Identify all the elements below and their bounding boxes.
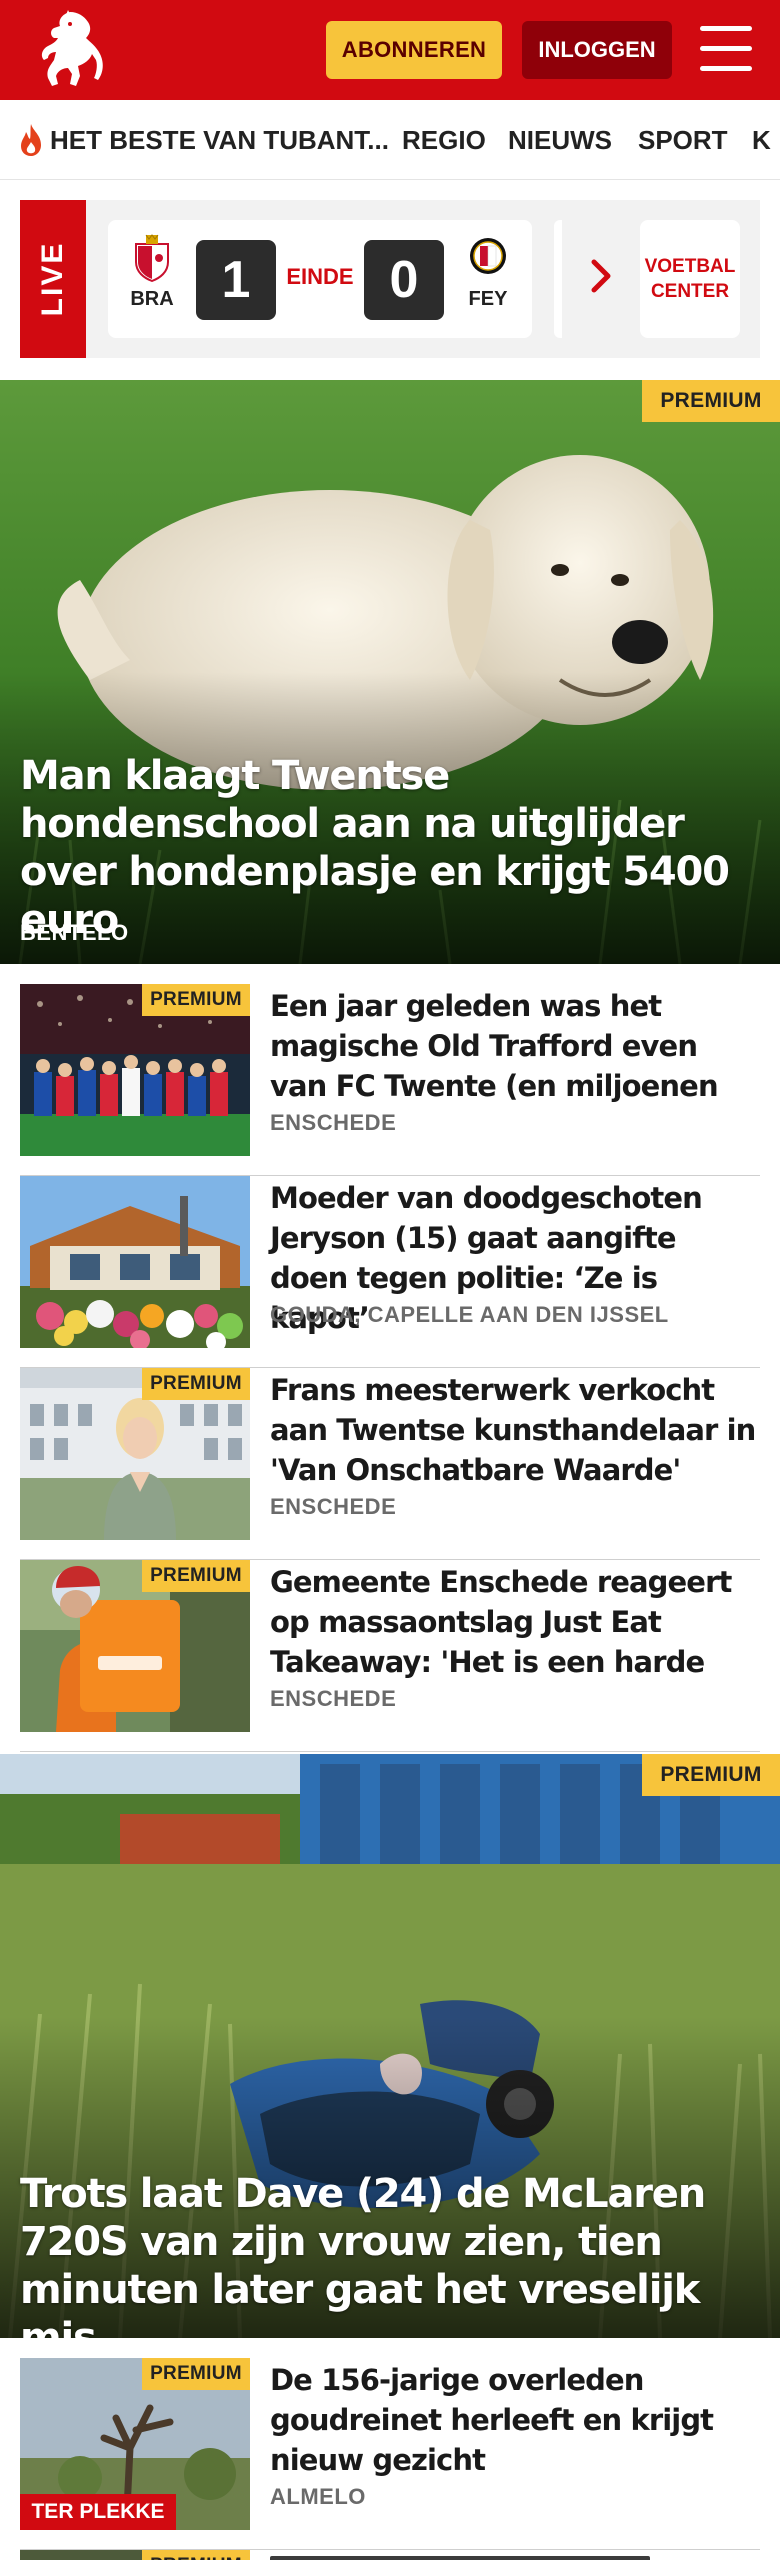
away-score: 0 <box>364 240 444 320</box>
feyenoord-crest-icon <box>470 238 506 274</box>
premium-badge: PREMIUM <box>642 380 780 422</box>
article-title[interactable]: Gemeente Enschede reageert op massaontsl… <box>270 1562 760 1682</box>
nav-item-het-beste[interactable]: HET BESTE VAN TUBANT... <box>16 100 389 179</box>
premium-badge: PREMIUM <box>642 1754 780 1796</box>
thumb-memorial-image <box>20 1176 250 1348</box>
article-item-meesterwerk[interactable]: PREMIUM Frans meesterwerk verkocht aan T… <box>20 1368 760 1560</box>
article-thumbnail: PREMIUM <box>20 984 250 1156</box>
premium-badge: PREMIUM <box>142 1560 250 1592</box>
away-team: FEY <box>458 234 518 311</box>
article-thumbnail: PREMIUM <box>20 1368 250 1540</box>
article-title[interactable]: De 156-jarige overleden goudreinet herle… <box>270 2360 760 2480</box>
nav-label-het-beste: HET BESTE VAN TUBANT... <box>50 124 389 155</box>
next-match-card-edge[interactable] <box>554 220 562 338</box>
premium-badge: PREMIUM <box>142 1368 250 1400</box>
article-thumbnail-partial[interactable]: PREMIUM <box>20 2550 250 2560</box>
premium-badge: PREMIUM <box>142 2358 250 2390</box>
live-scores-strip: LIVE BRA 1 EINDE 0 FEY VOETBAL CENTER <box>20 200 760 358</box>
article-item-jeryson[interactable]: Moeder van doodgeschoten Jeryson (15) ga… <box>20 1176 760 1368</box>
article-location: ALMELO <box>270 2484 366 2509</box>
nav-item-sport[interactable]: SPORT <box>638 100 728 179</box>
flame-icon <box>21 124 41 156</box>
article-thumbnail: PREMIUM TER PLEKKE <box>20 2358 250 2530</box>
article-location: ENSCHEDE <box>270 1686 397 1711</box>
hero-title[interactable]: Man klaagt Twentse hondenschool aan na u… <box>20 752 760 944</box>
hero-title[interactable]: Trots laat Dave (24) de McLaren 720S van… <box>20 2170 760 2338</box>
voetbal-center-link[interactable]: VOETBAL CENTER <box>640 220 740 338</box>
logo-horse-icon[interactable] <box>36 8 108 92</box>
home-score: 1 <box>196 240 276 320</box>
match-status: EINDE <box>286 264 354 289</box>
away-team-label: FEY <box>468 288 508 310</box>
article-thumbnail: PREMIUM <box>20 1560 250 1732</box>
premium-badge: PREMIUM <box>142 984 250 1016</box>
main-nav: HET BESTE VAN TUBANT... REGIO NIEUWS SPO… <box>0 100 780 180</box>
nav-item-regio[interactable]: REGIO <box>402 100 486 179</box>
article-location: GOUDA, CAPELLE AAN DEN IJSSEL <box>270 1302 669 1327</box>
hero-location: BENTELO <box>20 920 129 945</box>
hero-article-puppy[interactable]: PREMIUM Man klaagt Twentse hondenschool … <box>0 380 780 964</box>
home-team-label: BRA <box>130 288 174 310</box>
article-item-old-trafford[interactable]: PREMIUM Een jaar geleden was het magisch… <box>20 984 760 1176</box>
nav-item-nieuws[interactable]: NIEUWS <box>508 100 612 179</box>
hamburger-menu-icon[interactable] <box>700 26 752 72</box>
hero-article-mclaren[interactable]: PREMIUM Trots laat Dave (24) de McLaren … <box>0 1754 780 2338</box>
match-card[interactable]: BRA 1 EINDE 0 FEY <box>108 220 532 338</box>
article-title[interactable]: Een jaar geleden was het magische Old Tr… <box>270 986 760 1106</box>
article-title[interactable]: Frans meesterwerk verkocht aan Twentse k… <box>270 1370 760 1490</box>
live-tag: LIVE <box>20 200 86 358</box>
article-title-partial[interactable] <box>270 2552 710 2560</box>
article-location: ENSCHEDE <box>270 1110 397 1135</box>
chevron-right-icon[interactable] <box>590 258 612 294</box>
top-header: ABONNEREN INLOGGEN <box>0 0 780 100</box>
premium-badge: PREMIUM <box>142 2550 250 2560</box>
nav-item-k[interactable]: K <box>752 100 771 179</box>
article-item-goudreinet[interactable]: PREMIUM TER PLEKKE De 156-jarige overled… <box>20 2358 760 2550</box>
article-location: ENSCHEDE <box>270 1494 397 1519</box>
home-team: BRA <box>122 234 182 311</box>
braga-crest-icon <box>135 234 169 282</box>
article-item-just-eat[interactable]: PREMIUM Gemeente Enschede reageert op ma… <box>20 1560 760 1752</box>
ter-plekke-tag: TER PLEKKE <box>20 2494 176 2530</box>
article-thumbnail <box>20 1176 250 1348</box>
login-button[interactable]: INLOGGEN <box>522 21 672 79</box>
subscribe-button[interactable]: ABONNEREN <box>326 21 502 79</box>
